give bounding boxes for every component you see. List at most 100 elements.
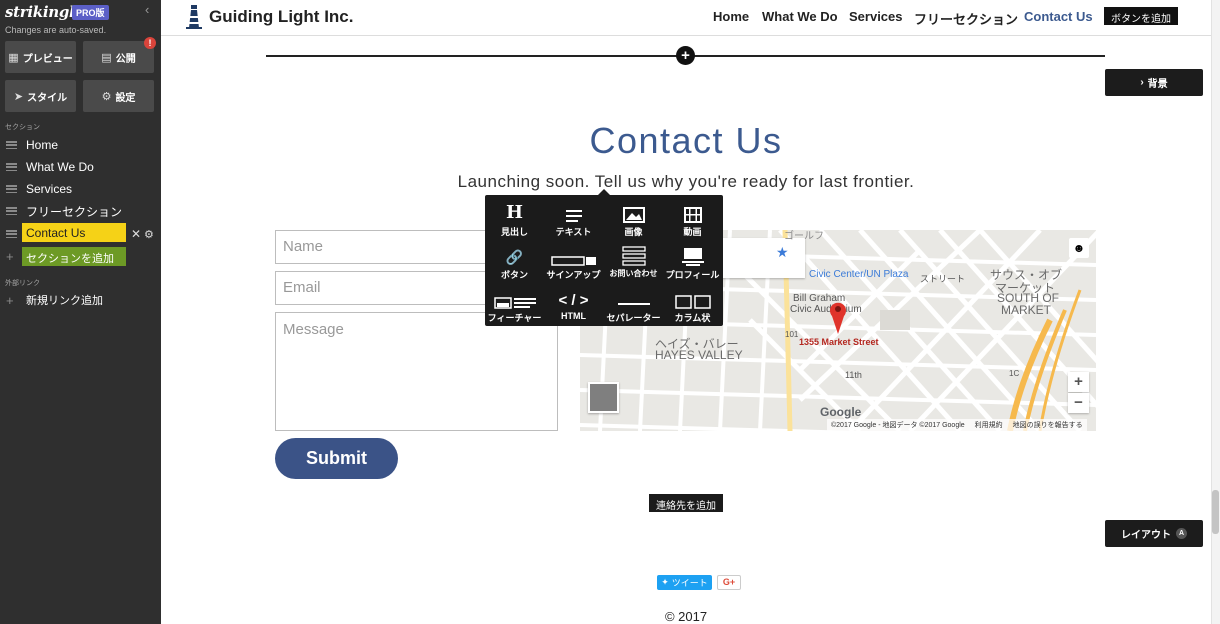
add-link-row[interactable]: + 新規リンク追加 (0, 290, 161, 310)
add-section-row[interactable]: + セクションを追加 (0, 246, 161, 266)
columns-icon (663, 287, 722, 309)
layout-button[interactable]: レイアウト A (1105, 520, 1203, 547)
sidebar-item-services[interactable]: Services (0, 179, 161, 199)
picker-separator-label: セパレーター (606, 313, 661, 323)
picker-html[interactable]: < / > HTML (544, 287, 603, 327)
section-subtitle[interactable]: Launching soon. Tell us why you're ready… (161, 172, 1211, 192)
picker-columns[interactable]: カラム状 (663, 287, 722, 327)
nav-services[interactable]: Services (849, 9, 903, 24)
plus-icon: + (6, 248, 14, 264)
picker-button-label: ボタン (500, 270, 528, 280)
lighthouse-icon (186, 5, 202, 29)
collapse-sidebar-icon[interactable]: ‹ (145, 2, 149, 17)
scrollbar-thumb[interactable] (1212, 490, 1219, 534)
picker-image[interactable]: 画像 (604, 201, 663, 241)
style-button[interactable]: ➤ スタイル (5, 80, 76, 112)
sidebar-item-what-we-do[interactable]: What We Do (0, 157, 161, 177)
map-terms-link[interactable]: 利用規約 (975, 420, 1003, 430)
drag-handle-icon[interactable] (6, 230, 17, 239)
drag-handle-icon[interactable] (6, 141, 17, 150)
map-pin-icon[interactable] (829, 300, 847, 334)
picker-profile[interactable]: プロフィール (663, 244, 722, 284)
nav-what-we-do[interactable]: What We Do (762, 9, 838, 24)
map-zoom-in-button[interactable]: + (1068, 372, 1089, 392)
picker-feature-label: フィーチャー (487, 313, 542, 323)
map-label-gough: ゴールフ (784, 231, 824, 242)
picker-text[interactable]: テキスト (544, 201, 603, 241)
nav-free-section[interactable]: フリーセクション (914, 9, 1018, 28)
document-icon: ▤ (101, 51, 112, 64)
sidebar-item-label: Services (26, 182, 73, 196)
sidebar-item-label: Home (26, 138, 59, 152)
picker-text-label: テキスト (555, 227, 592, 237)
preview-icon: ▦ (8, 51, 19, 64)
video-icon (663, 201, 722, 223)
add-section-button[interactable]: セクションを追加 (22, 247, 126, 266)
heading-icon: H (505, 202, 523, 223)
sidebar-item-label: フリーセクション (26, 204, 123, 219)
sidebar-item-free-section[interactable]: フリーセクション (0, 201, 161, 221)
nav-contact-us[interactable]: Contact Us (1024, 9, 1093, 24)
satellite-toggle[interactable] (588, 382, 619, 413)
tweet-button[interactable]: ✦ ツイート (657, 575, 712, 590)
style-label: スタイル (27, 92, 68, 104)
separator-icon (604, 287, 663, 309)
picker-video-label: 動画 (683, 227, 702, 237)
map-route-101: 101 (785, 330, 799, 339)
preview-button[interactable]: ▦ プレビュー (5, 41, 76, 73)
sidebar-item-label: What We Do (26, 160, 94, 174)
contact-form-icon (604, 244, 663, 266)
nav-home[interactable]: Home (713, 9, 749, 24)
publish-label: 公開 (115, 53, 136, 65)
settings-button[interactable]: ⚙ 設定 (83, 80, 154, 112)
map-report-link[interactable]: 地図の誤りを報告する (1013, 420, 1083, 430)
drag-handle-icon[interactable] (6, 163, 17, 172)
google-logo: Google (820, 405, 862, 419)
submit-button[interactable]: Submit (275, 438, 398, 479)
picker-html-label: HTML (561, 311, 586, 321)
insert-section-plus-icon[interactable]: + (676, 46, 695, 65)
google-plus-button[interactable]: G+ (717, 575, 741, 590)
settings-label: 設定 (115, 92, 136, 104)
picker-video[interactable]: 動画 (663, 201, 722, 241)
signup-icon (544, 244, 603, 266)
map-route-1c: 1C (1009, 369, 1020, 378)
message-field[interactable]: Message (275, 312, 558, 431)
street-view-pegman-icon[interactable]: ☻ (1069, 238, 1089, 258)
site-header: Guiding Light Inc. Home What We Do Servi… (161, 0, 1211, 36)
add-link-button[interactable]: 新規リンク追加 (26, 292, 103, 308)
sidebar-item-label: Contact Us (22, 223, 126, 242)
autosave-status: Changes are auto-saved. (5, 25, 107, 35)
sidebar-item-contact-us[interactable]: Contact Us ✕ ⚙ (0, 223, 161, 244)
picker-heading[interactable]: H 見出し (485, 201, 544, 241)
map-label-11th: 11th (845, 370, 862, 380)
profile-icon (663, 244, 722, 266)
layout-label: レイアウト (1121, 530, 1171, 541)
link-icon: 🔗 (505, 249, 524, 265)
map-zoom-out-button[interactable]: − (1068, 393, 1089, 413)
section-settings-icon[interactable]: ⚙ (144, 228, 154, 241)
preview-label: プレビュー (22, 53, 73, 65)
background-button[interactable]: › 背景 (1105, 69, 1203, 96)
publish-button[interactable]: ▤ 公開 (83, 41, 154, 73)
picker-separator[interactable]: セパレーター (604, 287, 663, 327)
delete-section-icon[interactable]: ✕ (131, 227, 141, 241)
chevron-right-icon: › (1140, 77, 1144, 88)
section-title[interactable]: Contact Us (161, 120, 1211, 162)
text-icon (544, 201, 603, 223)
drag-handle-icon[interactable] (6, 185, 17, 194)
add-nav-button[interactable]: ボタンを追加 (1104, 7, 1178, 25)
picker-signup[interactable]: サインアップ (544, 244, 603, 284)
picker-contact-form[interactable]: お問い合わせ (604, 244, 663, 284)
map-label-civic-auditorium: Civic Auditorium (790, 304, 862, 315)
drag-handle-icon[interactable] (6, 207, 17, 216)
star-icon[interactable]: ★ (776, 244, 789, 261)
publish-alert-badge: ! (144, 37, 156, 49)
add-contact-button[interactable]: 連絡先を追加 (649, 494, 723, 512)
sidebar-item-home[interactable]: Home (0, 135, 161, 155)
picker-button[interactable]: 🔗 ボタン (485, 244, 544, 284)
map-label-hayes-valley-en: HAYES VALLEY (655, 348, 743, 362)
picker-feature[interactable]: フィーチャー (485, 287, 544, 327)
site-title[interactable]: Guiding Light Inc. (209, 7, 353, 27)
map-attribution: ©2017 Google - 地図データ ©2017 Google 利用規約 地… (827, 419, 1087, 431)
